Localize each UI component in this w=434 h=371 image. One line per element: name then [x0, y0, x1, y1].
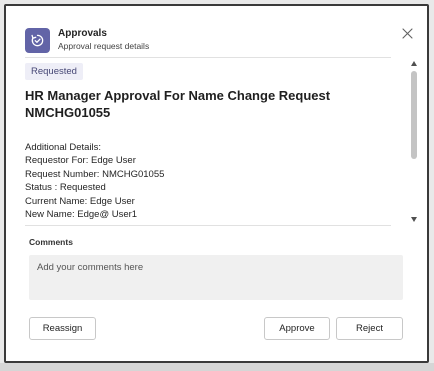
background-strip: [0, 363, 434, 371]
content-scrollbar[interactable]: [409, 57, 419, 227]
app-subtitle: Approval request details: [58, 41, 150, 51]
divider: [25, 57, 391, 58]
scroll-thumb[interactable]: [411, 71, 417, 159]
details-heading: Additional Details:: [25, 142, 102, 153]
reassign-button[interactable]: Reassign: [29, 317, 96, 340]
scroll-down-button[interactable]: [410, 215, 418, 223]
dialog-header: Approvals Approval request details: [25, 23, 422, 57]
comments-label: Comments: [29, 237, 73, 247]
detail-status: Status : Requested: [25, 182, 106, 194]
divider: [25, 225, 391, 226]
scroll-up-button[interactable]: [410, 59, 418, 67]
approve-button[interactable]: Approve: [264, 317, 330, 340]
approvals-icon: [25, 28, 50, 53]
reject-button[interactable]: Reject: [336, 317, 403, 340]
detail-requestor: Requestor For: Edge User: [25, 155, 136, 167]
caret-down-icon: [411, 216, 417, 222]
close-icon: [401, 27, 413, 39]
card-content: Requested HR Manager Approval For Name C…: [25, 57, 401, 230]
app-title: Approvals: [58, 28, 107, 39]
status-badge: Requested: [25, 63, 83, 80]
caret-up-icon: [411, 60, 417, 66]
comments-input[interactable]: [29, 255, 403, 300]
detail-new-name: New Name: Edge@ User1: [25, 209, 138, 221]
request-details: Additional Details: Requestor For: Edge …: [25, 141, 164, 221]
close-button[interactable]: [400, 26, 414, 40]
detail-current-name: Current Name: Edge User: [25, 195, 135, 207]
detail-request-number: Request Number: NMCHG01055: [25, 168, 165, 180]
card-title: HR Manager Approval For Name Change Requ…: [25, 88, 331, 120]
